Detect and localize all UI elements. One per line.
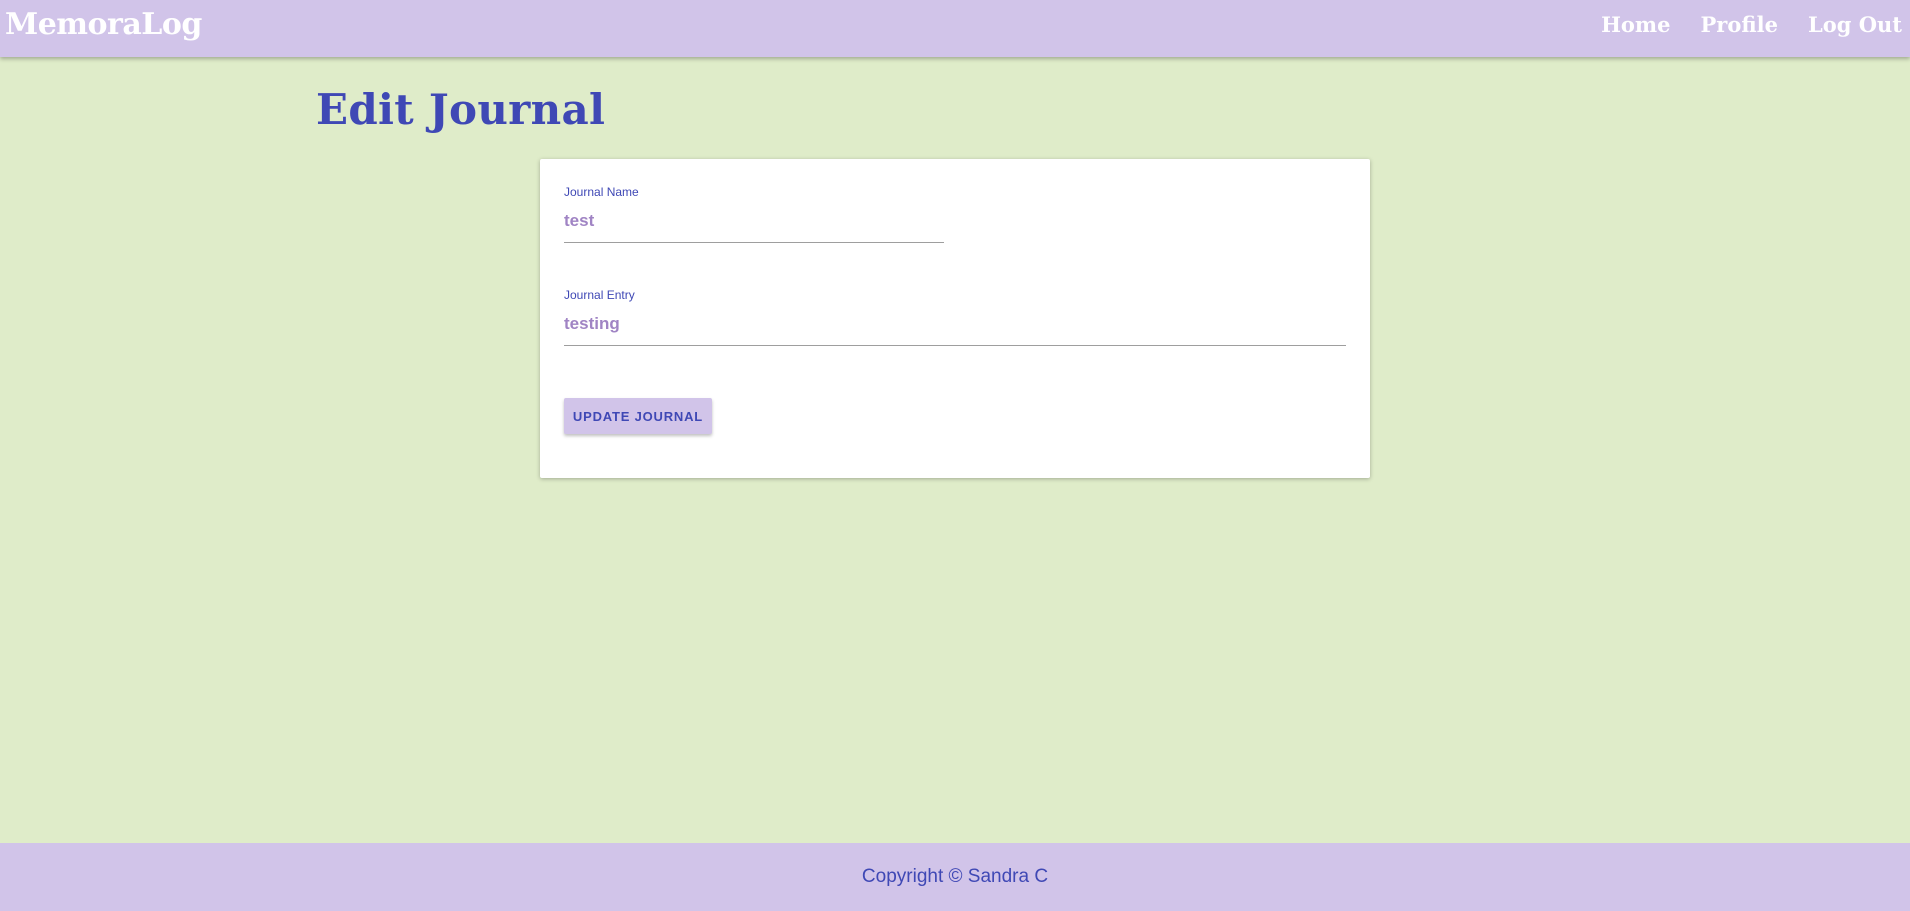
footer: Copyright © Sandra C (0, 843, 1910, 911)
journal-entry-label: Journal Entry (564, 288, 635, 302)
nav-profile-link[interactable]: Profile (1691, 12, 1788, 38)
update-journal-button[interactable]: UPDATE JOURNAL (564, 398, 712, 434)
copyright-text: Copyright © Sandra C (861, 866, 1049, 887)
nav-home-link[interactable]: Home (1591, 12, 1680, 38)
nav-menu: Home Profile Log Out (1581, 12, 1910, 38)
page-title: Edit Journal (316, 85, 606, 134)
journal-name-input[interactable] (564, 205, 944, 243)
journal-entry-input[interactable] (564, 308, 1346, 346)
journal-name-field-group: Journal Name (564, 185, 944, 243)
top-navbar: MemoraLog Home Profile Log Out (0, 0, 1910, 57)
nav-logout-link[interactable]: Log Out (1798, 12, 1910, 38)
journal-name-label: Journal Name (564, 185, 639, 199)
edit-journal-card: Journal Name Journal Entry UPDATE JOURNA… (540, 159, 1370, 478)
journal-entry-field-group: Journal Entry (564, 288, 1346, 346)
brand-logo-link[interactable]: MemoraLog (5, 8, 202, 42)
